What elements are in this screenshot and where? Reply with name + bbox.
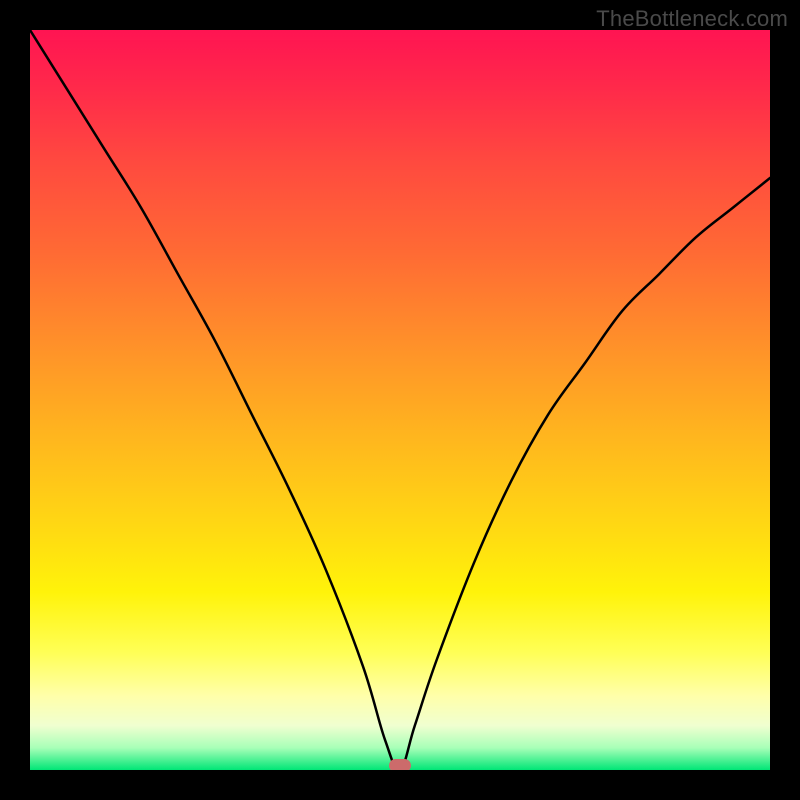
chart-frame: TheBottleneck.com bbox=[0, 0, 800, 800]
plot-area bbox=[30, 30, 770, 770]
minimum-marker bbox=[389, 759, 411, 770]
bottleneck-curve bbox=[30, 30, 770, 770]
watermark-text: TheBottleneck.com bbox=[596, 6, 788, 32]
